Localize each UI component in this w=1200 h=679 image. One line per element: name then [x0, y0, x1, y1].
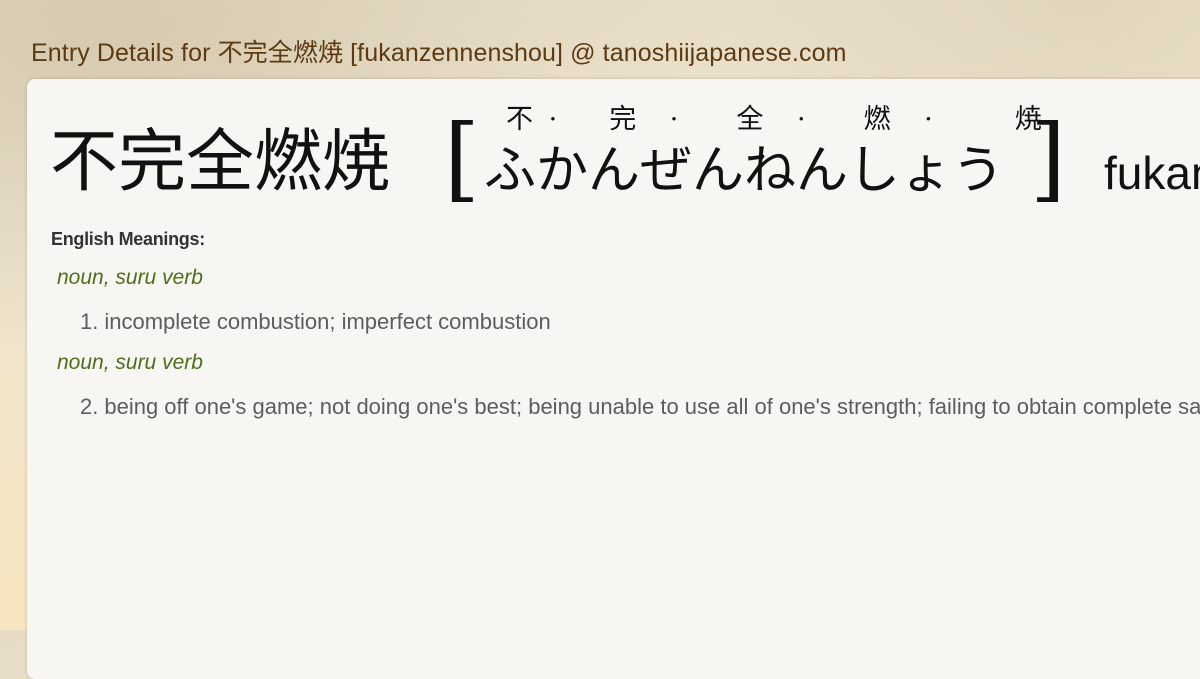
kanji-word: 不完全燃焼: [50, 123, 391, 202]
romaji-reading: fukanzennenshou: [1104, 147, 1200, 199]
furigana-kanji: 完: [609, 104, 637, 135]
furigana-kanji: 不: [506, 104, 533, 135]
reading-bracket-close: ]: [1030, 105, 1066, 212]
part-of-speech: noun, suru verb: [57, 266, 203, 289]
kana-reading: ふかんぜんねんしょう: [484, 141, 1005, 201]
furigana-separator: ·: [796, 104, 806, 135]
english-meanings-label: English Meanings:: [51, 229, 205, 249]
meaning-item: 1. incomplete combustion; imperfect combu…: [80, 309, 551, 335]
reading-bracket-open: [: [444, 105, 480, 212]
reading-group: 不 · 完 · 全 · 燃 · 焼 ふかんぜんねんしょう: [480, 101, 1042, 213]
furigana-separator: ·: [548, 104, 558, 135]
meaning-number: 1.: [80, 309, 99, 334]
furigana-kanji-row: 不 · 完 · 全 · 燃 · 焼: [506, 103, 1049, 137]
page-title: Entry Details for 不完全燃焼 [fukanzennenshou…: [31, 39, 847, 67]
entry-card: 不完全燃焼 [ 不 · 完 · 全 · 燃 · 焼 ふかんぜんねんしょう ] f…: [27, 79, 1200, 679]
furigana-separator: ·: [924, 104, 933, 135]
part-of-speech: noun, suru verb: [57, 351, 203, 374]
meaning-number: 2.: [80, 394, 99, 419]
meaning-text: being off one's game; not doing one's be…: [104, 394, 1200, 419]
furigana-separator: ·: [669, 104, 679, 135]
furigana-kanji: 燃: [863, 104, 891, 135]
furigana-kanji: 全: [736, 104, 764, 135]
meaning-text: incomplete combustion; imperfect combust…: [104, 309, 551, 334]
meaning-item: 2. being off one's game; not doing one's …: [80, 394, 1200, 420]
